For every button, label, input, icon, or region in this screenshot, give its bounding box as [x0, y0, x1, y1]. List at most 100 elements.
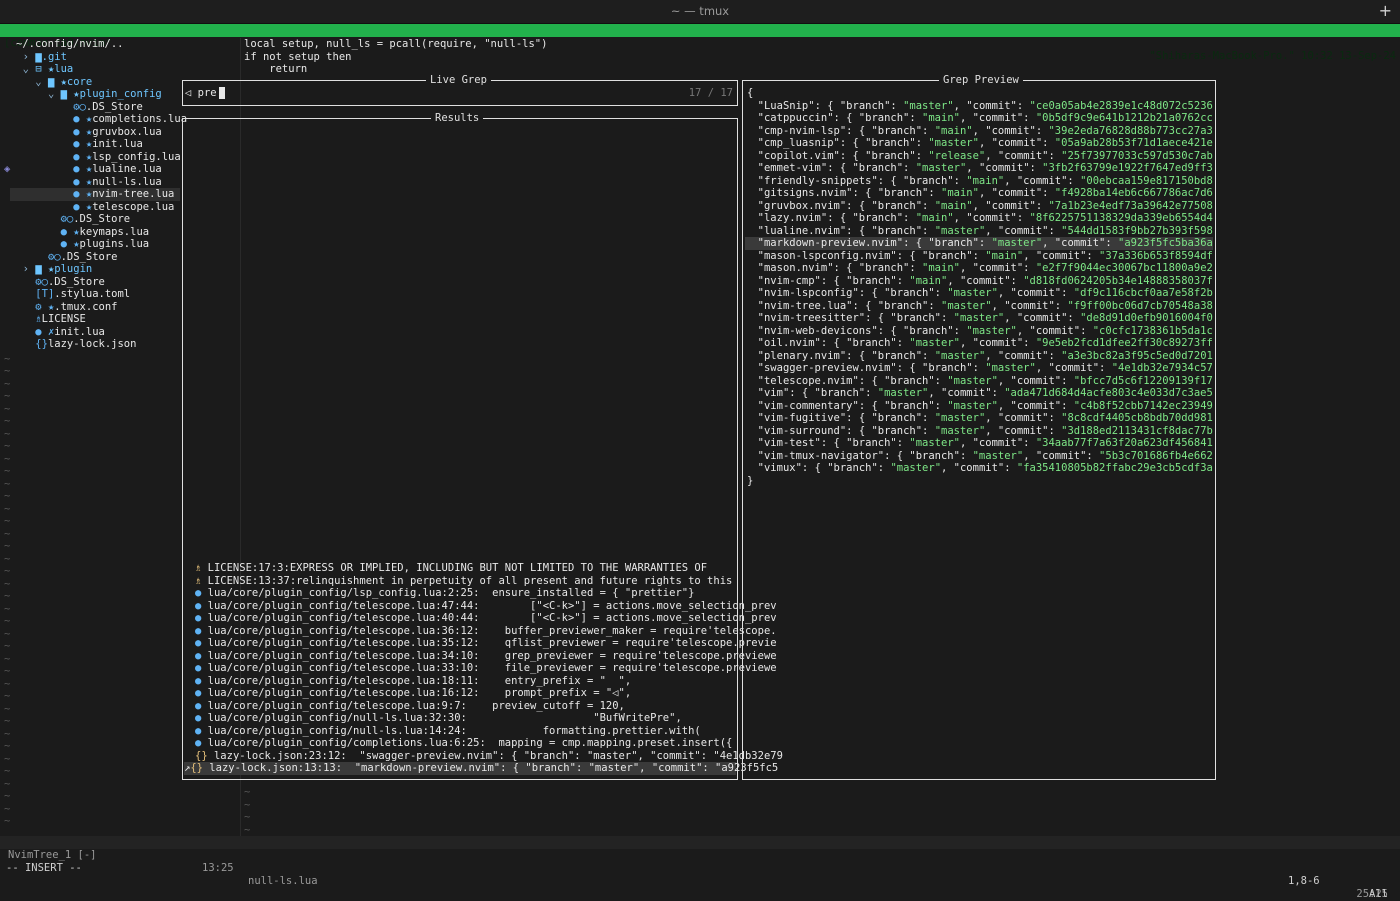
- sign-icon: ◈: [4, 163, 11, 175]
- plugin-name: "nvim-web-devicons": [757, 324, 878, 337]
- file-icon: ⚙◯: [47, 250, 61, 263]
- result-text: lua/core/plugin_config/telescope.lua:47:…: [201, 599, 777, 612]
- branch-value: "master": [953, 312, 1005, 324]
- chevron-icon[interactable]: ⌄: [48, 88, 61, 100]
- result-item[interactable]: ♗ LICENSE:17:3:EXPRESS OR IMPLIED, INCLU…: [195, 562, 707, 575]
- tree-item[interactable]: ● ★keymaps.lua: [10, 226, 180, 239]
- tree-item[interactable]: ⚙ ★.tmux.conf: [10, 301, 180, 314]
- commit-value: "37a336b653f8594df75c827: [1099, 249, 1213, 262]
- empty-line-marker: ~: [4, 352, 11, 365]
- branch-value: "master": [991, 237, 1043, 249]
- result-text: LICENSE:17:3:EXPRESS OR IMPLIED, INCLUDI…: [201, 562, 708, 574]
- empty-line-marker: ~: [4, 715, 11, 727]
- code-line[interactable]: return: [244, 63, 307, 76]
- tree-item[interactable]: ● ★lualine.lua: [10, 163, 180, 176]
- branch-value: "main": [915, 212, 954, 224]
- json-punct: : { "branch":: [820, 337, 910, 349]
- result-item[interactable]: ● lua/core/plugin_config/telescope.lua:9…: [195, 700, 625, 713]
- tree-item[interactable]: [T].stylua.toml: [10, 288, 180, 301]
- tree-item-label: plugin: [54, 263, 93, 275]
- json-entry: "vim-tmux-navigator": { "branch": "maste…: [745, 450, 1213, 463]
- tree-item[interactable]: ⌄ ⊟ ★lua: [10, 63, 180, 76]
- plugin-name: "mason.nvim": [757, 262, 834, 274]
- tree-item[interactable]: ● ✗init.lua: [10, 326, 180, 339]
- tree-item[interactable]: ● ★lsp_config.lua: [10, 151, 180, 164]
- chevron-icon[interactable]: ›: [23, 51, 36, 63]
- tree-item[interactable]: ● ★completions.lua: [10, 113, 187, 126]
- tree-item[interactable]: ⚙◯.DS_Store: [10, 276, 180, 289]
- tree-item[interactable]: ⚙◯.DS_Store: [10, 213, 180, 226]
- tree-item[interactable]: ⚙◯.DS_Store: [10, 101, 180, 114]
- result-item[interactable]: ● lua/core/plugin_config/completions.lua…: [195, 737, 732, 750]
- empty-line-marker: ~: [244, 786, 251, 798]
- result-text: lua/core/plugin_config/null-ls.lua:32:30…: [201, 712, 682, 724]
- chevron-icon[interactable]: ›: [23, 263, 36, 275]
- result-item[interactable]: ● lua/core/plugin_config/telescope.lua:3…: [195, 637, 777, 650]
- empty-line-marker: ~: [4, 477, 11, 490]
- branch-value: "master": [934, 224, 986, 237]
- live-grep-input[interactable]: ◁ pre: [185, 87, 217, 99]
- code-line[interactable]: if not setup then: [244, 51, 351, 64]
- json-entry: "mason.nvim": { "branch": "main", "commi…: [745, 262, 1213, 275]
- statusline-tree-pos: 13:25: [202, 862, 234, 874]
- result-item[interactable]: ● lua/core/plugin_config/telescope.lua:3…: [195, 625, 777, 638]
- tree-item-label: keymaps.lua: [79, 225, 150, 238]
- result-item[interactable]: ● lua/core/plugin_config/null-ls.lua:14:…: [195, 725, 701, 738]
- result-item[interactable]: ● lua/core/plugin_config/telescope.lua:4…: [195, 600, 777, 613]
- json-entry: "nvim-tree.lua": { "branch": "master", "…: [745, 300, 1213, 313]
- tree-item[interactable]: ● ★null-ls.lua: [10, 176, 180, 189]
- json-punct: : { "branch":: [877, 324, 967, 337]
- tree-root[interactable]: ~/.config/nvim/..: [16, 38, 123, 51]
- json-punct: : { "branch":: [858, 287, 948, 299]
- json-punct: , "commit":: [959, 112, 1036, 124]
- result-item[interactable]: ♗ LICENSE:13:37:relinquishment in perpet…: [195, 575, 732, 588]
- code-line[interactable]: local setup, null_ls = pcall(require, "n…: [244, 38, 547, 51]
- tree-item[interactable]: {}lazy-lock.json: [10, 338, 180, 351]
- empty-line-marker: ~: [4, 777, 11, 790]
- json-punct: , "commit":: [1042, 237, 1119, 249]
- commit-value: "5b3c701686fb4e6629c100e: [1099, 449, 1213, 462]
- plugin-name: "lualine.nvim": [757, 224, 847, 237]
- tree-item[interactable]: ♗LICENSE: [10, 313, 180, 326]
- tree-item[interactable]: ⌄ ▆ ★plugin_config: [10, 88, 180, 101]
- result-item[interactable]: ● lua/core/plugin_config/telescope.lua:1…: [195, 687, 631, 700]
- result-item[interactable]: ↗{} lazy-lock.json:13:13: "markdown-prev…: [184, 762, 778, 775]
- tree-item[interactable]: › ▆.git: [10, 51, 180, 64]
- tree-item[interactable]: ⚙◯.DS_Store: [10, 251, 180, 264]
- empty-line-marker: ~: [4, 515, 11, 527]
- tree-item-label: .DS_Store: [73, 213, 131, 225]
- empty-line-marker: ~: [4, 677, 11, 690]
- commit-value: "9e5eb2fcd1dfee2ff30c89273ffff179e: [1035, 337, 1213, 349]
- tree-item[interactable]: ● ★gruvbox.lua: [10, 126, 180, 139]
- new-tab-button[interactable]: +: [1379, 1, 1392, 20]
- result-item[interactable]: ● lua/core/plugin_config/telescope.lua:4…: [195, 612, 777, 625]
- commit-value: "ada471d684d4acfe803c4e033d7c3ae5d7252d: [1004, 387, 1213, 399]
- json-punct: , "commit":: [985, 412, 1062, 424]
- json-entry: "vim-fugitive": { "branch": "master", "c…: [745, 412, 1213, 425]
- tree-item-label: init.lua: [92, 138, 143, 150]
- result-item[interactable]: ● lua/core/plugin_config/telescope.lua:1…: [195, 675, 631, 688]
- empty-line-marker: ~: [4, 602, 11, 615]
- tree-item[interactable]: ● ★plugins.lua: [10, 238, 180, 251]
- result-item[interactable]: ● lua/core/plugin_config/telescope.lua:3…: [195, 650, 777, 663]
- tree-item[interactable]: ● ★nvim-tree.lua: [10, 188, 180, 201]
- tree-item[interactable]: › ▆ ★plugin: [10, 263, 180, 276]
- json-punct: : { "branch":: [827, 212, 916, 224]
- result-item[interactable]: ● lua/core/plugin_config/lsp_config.lua:…: [195, 587, 694, 600]
- result-item[interactable]: {} lazy-lock.json:23:12: "swagger-previe…: [195, 750, 783, 763]
- tree-item[interactable]: ● ★init.lua: [10, 138, 180, 151]
- tree-item[interactable]: ● ★telescope.lua: [10, 201, 180, 214]
- chevron-icon[interactable]: ⌄: [23, 63, 36, 75]
- tree-item[interactable]: ⌄ ▆ ★core: [10, 76, 180, 89]
- chevron-icon[interactable]: ⌄: [35, 76, 48, 88]
- empty-line-marker: ~: [4, 727, 11, 740]
- result-item[interactable]: ● lua/core/plugin_config/null-ls.lua:32:…: [195, 712, 682, 725]
- empty-line-marker: ~: [4, 752, 11, 765]
- result-item[interactable]: ● lua/core/plugin_config/telescope.lua:3…: [195, 662, 777, 675]
- branch-value: "main": [909, 274, 948, 287]
